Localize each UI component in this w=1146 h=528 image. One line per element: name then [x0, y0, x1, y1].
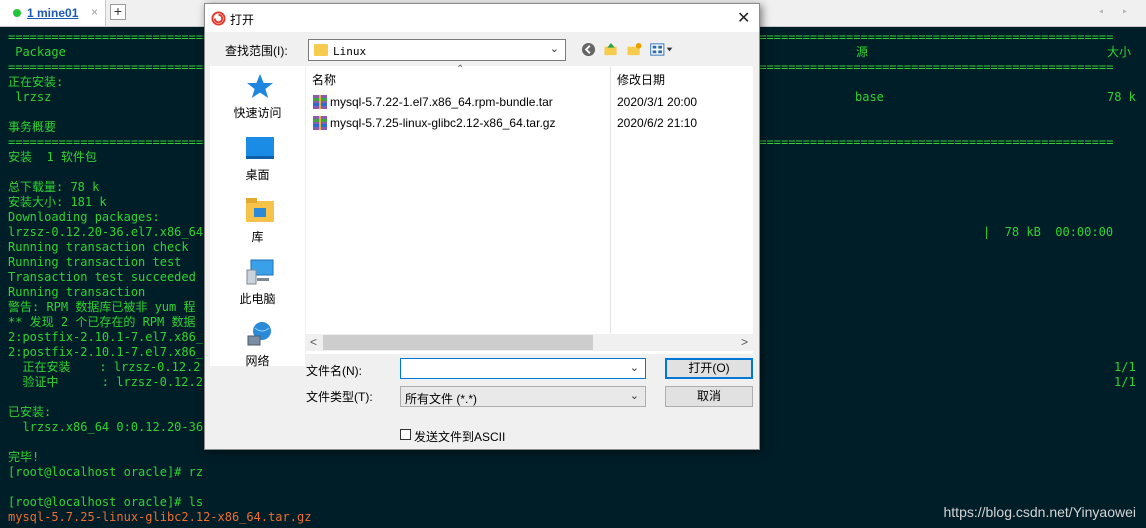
chevron-down-icon[interactable]: ⌄	[630, 361, 639, 374]
sort-arrow-icon: ⌃	[456, 64, 465, 75]
place-label: 库	[251, 230, 264, 244]
lookin-label: 查找范围(I):	[225, 44, 288, 58]
file-list[interactable]: ⌃ 名称 修改日期 mysql-5.7.22-1.el7.x86_64.rpm-…	[306, 64, 753, 354]
terminal-line: lrzsz-0.12.20-36.el7.x86_64.	[8, 225, 211, 239]
place-label: 此电脑	[239, 292, 276, 306]
file-modified: 2020/3/1 20:00	[617, 95, 698, 109]
terminal-line: 2:postfix-2.10.1-7.el7.x86_6	[8, 345, 211, 359]
back-icon[interactable]	[581, 42, 596, 60]
new-folder-icon[interactable]	[626, 42, 642, 60]
tab-scroll-arrows-icon[interactable]: ◂ ▸	[1098, 6, 1134, 17]
column-header-modified[interactable]: 修改日期	[617, 71, 665, 88]
filetype-value: 所有文件 (*.*)	[405, 392, 478, 406]
terminal-line: lrzsz	[8, 90, 52, 104]
file-name: mysql-5.7.22-1.el7.x86_64.rpm-bundle.tar	[330, 95, 553, 109]
terminal-line: [root@localhost oracle]# rz	[8, 465, 204, 479]
terminal-line: [root@localhost oracle]# ls	[8, 495, 204, 509]
file-modified: 2020/6/2 21:10	[617, 116, 698, 130]
place-label: 桌面	[245, 168, 270, 182]
terminal-line: mysql-5.7.25-linux-glibc2.12-x86_64.tar.…	[8, 510, 312, 524]
terminal-line: 警告: RPM 数据库已被非 yum 程	[8, 300, 196, 314]
terminal-line: 安装 1 软件包	[8, 150, 97, 164]
network-globe-icon	[247, 322, 271, 346]
filename-input[interactable]: ⌄	[400, 358, 646, 379]
place-network[interactable]: 网络	[210, 314, 305, 376]
cancel-button[interactable]: 取消	[665, 386, 753, 407]
filename-label: 文件名(N):	[306, 364, 362, 378]
place-quick-access[interactable]: 快速访问	[210, 66, 305, 128]
terminal-line: Running transaction	[8, 285, 146, 299]
view-menu-icon[interactable]	[649, 42, 675, 60]
place-label: 快速访问	[233, 106, 282, 120]
ascii-checkbox[interactable]	[400, 429, 411, 440]
column-header-name[interactable]: 名称	[312, 71, 336, 88]
install-step-count: 1/1	[1114, 360, 1136, 374]
terminal-line: Package	[8, 45, 66, 59]
terminal-line: 安装大小: 181 k	[8, 195, 107, 209]
ascii-label: 发送文件到ASCII	[414, 430, 506, 444]
terminal-line: Transaction test succeeded	[8, 270, 196, 284]
app-swirl-icon	[211, 11, 226, 26]
up-folder-icon[interactable]	[603, 42, 619, 60]
column-header-size: 大小	[1107, 45, 1132, 59]
new-tab-button[interactable]: +	[110, 4, 126, 20]
terminal-line: 验证中 : lrzsz-0.12.2	[8, 375, 203, 389]
places-bar: 快速访问 桌面 库 此电脑 网络	[210, 66, 305, 368]
dialog-title: 打开	[230, 13, 255, 27]
verify-step-count: 1/1	[1114, 375, 1136, 389]
terminal-line: 2:postfix-2.10.1-7.el7.x86_6	[8, 330, 211, 344]
computer-icon	[246, 259, 274, 285]
desktop-icon	[246, 137, 274, 159]
terminal-line: 已安装:	[8, 405, 52, 419]
close-icon[interactable]: ✕	[737, 8, 750, 28]
chevron-down-icon: ⌄	[549, 43, 559, 55]
terminal-line: 事务概要	[8, 120, 57, 134]
terminal-line: Running transaction check	[8, 240, 189, 254]
lookin-value: Linux	[333, 45, 367, 58]
archive-file-icon	[313, 116, 327, 130]
package-repo-value: base	[855, 90, 884, 104]
place-desktop[interactable]: 桌面	[210, 128, 305, 190]
download-progress: | 78 kB 00:00:00	[983, 225, 1114, 239]
file-name: mysql-5.7.25-linux-glibc2.12-x86_64.tar.…	[330, 116, 556, 130]
scroll-right-icon[interactable]: >	[741, 335, 748, 349]
star-icon	[247, 74, 273, 98]
dialog-title-bar: 打开 ✕	[205, 4, 759, 32]
place-this-pc[interactable]: 此电脑	[210, 252, 305, 314]
connected-status-icon	[13, 9, 21, 17]
terminal-line: Downloading packages:	[8, 210, 160, 224]
tab-mine01[interactable]: 1 mine01 ×	[0, 0, 106, 26]
folder-icon	[314, 44, 328, 56]
place-label: 网络	[245, 354, 270, 368]
terminal-line: Running transaction test	[8, 255, 182, 269]
terminal-line: ** 发现 2 个已存在的 RPM 数据	[8, 315, 196, 329]
scrollbar-thumb[interactable]	[323, 335, 593, 350]
terminal-line: 完毕!	[8, 450, 40, 464]
terminal-line: 总下载量: 78 k	[8, 180, 100, 194]
horizontal-scrollbar[interactable]: < >	[306, 334, 753, 351]
chevron-down-icon: ⌄	[629, 390, 639, 402]
package-size-value: 78 k	[1107, 90, 1136, 104]
file-row[interactable]: mysql-5.7.25-linux-glibc2.12-x86_64.tar.…	[306, 113, 753, 133]
archive-file-icon	[313, 95, 327, 109]
terminal-line: 正在安装 : lrzsz-0.12.2	[8, 360, 201, 374]
scroll-left-icon[interactable]: <	[310, 335, 317, 349]
filetype-label: 文件类型(T):	[306, 390, 373, 404]
open-button[interactable]: 打开(O)	[665, 358, 753, 379]
terminal-line: 正在安装:	[8, 75, 64, 89]
terminal-line: lrzsz.x86_64 0:0.12.20-36.	[8, 420, 211, 434]
filetype-select[interactable]: 所有文件 (*.*) ⌄	[400, 386, 646, 407]
library-folder-icon	[246, 198, 274, 222]
place-library[interactable]: 库	[210, 190, 305, 252]
column-header-repo: 源	[856, 45, 869, 59]
open-file-dialog: 打开 ✕ 查找范围(I): Linux ⌄ 快速访问 桌面 库 此电脑 网络 ⌃…	[204, 3, 760, 450]
watermark: https://blog.csdn.net/Yinyaowei	[943, 504, 1137, 520]
tab-label: 1 mine01	[27, 6, 79, 20]
tab-close-icon[interactable]: ×	[91, 5, 98, 19]
lookin-select[interactable]: Linux ⌄	[308, 39, 566, 61]
file-row[interactable]: mysql-5.7.22-1.el7.x86_64.rpm-bundle.tar…	[306, 92, 753, 112]
